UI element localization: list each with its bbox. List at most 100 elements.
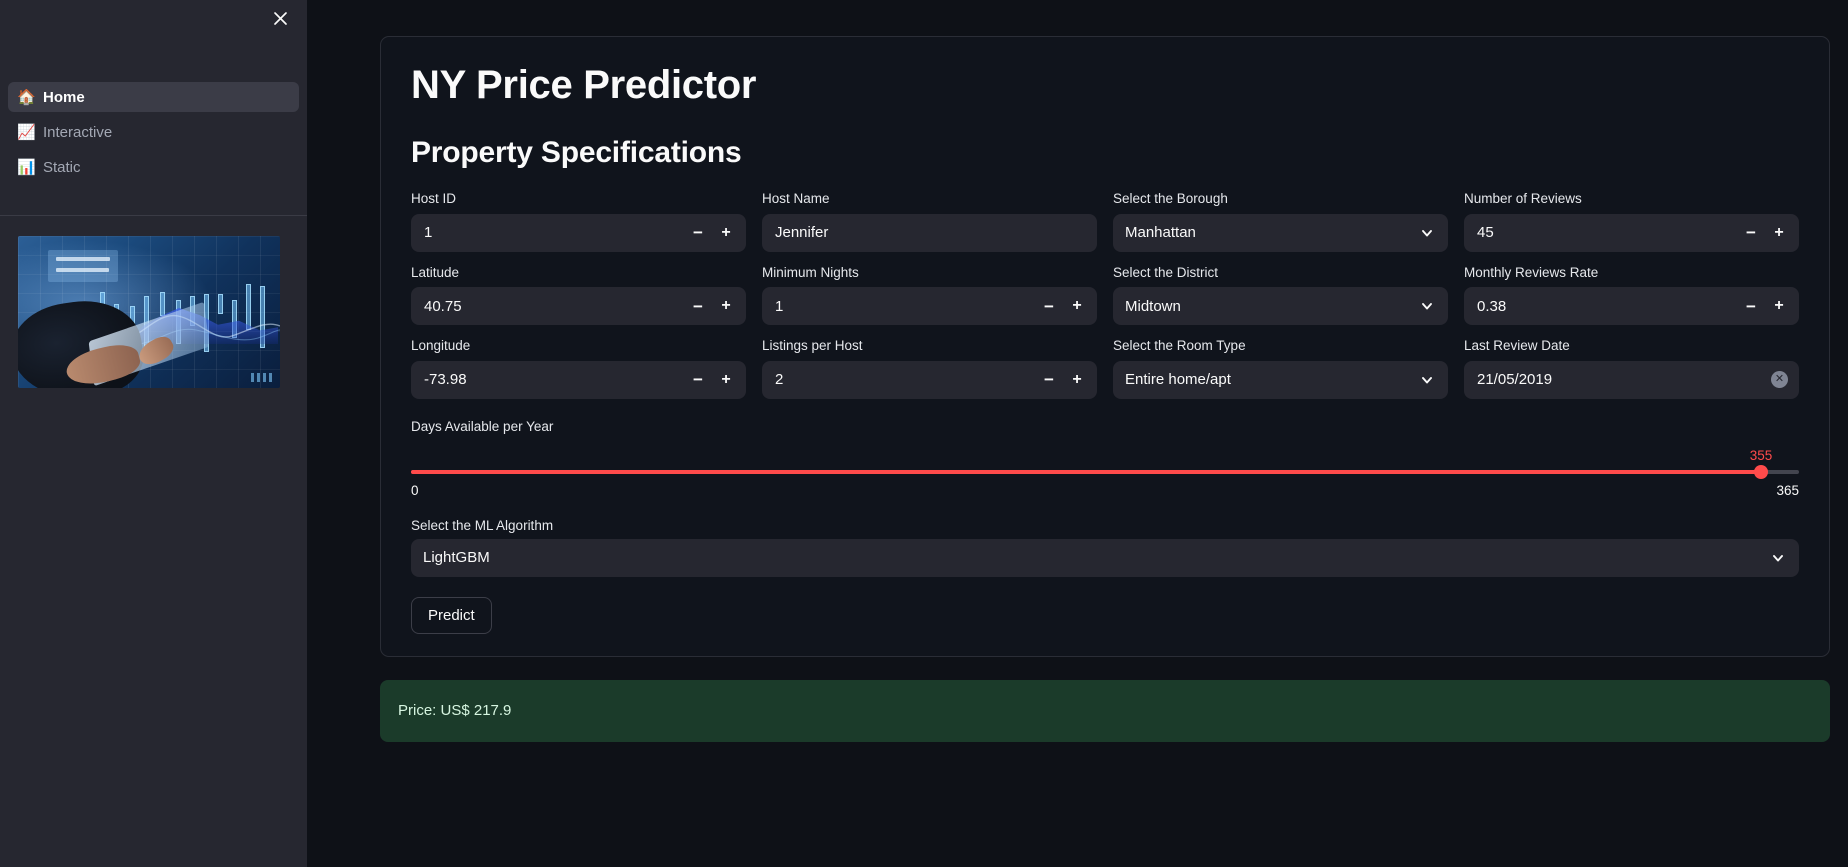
listings-per-host-input[interactable]: 2 − + <box>762 360 1097 399</box>
ml-algorithm-select[interactable]: LightGBM <box>411 538 1799 577</box>
chevron-down-icon <box>1420 298 1436 314</box>
predictor-card: NY Price Predictor Property Specificatio… <box>380 36 1830 657</box>
field-number-of-reviews: Number of Reviews 45 − + <box>1464 190 1799 252</box>
host-id-decrement-button[interactable]: − <box>685 220 711 246</box>
slider-thumb[interactable] <box>1753 464 1768 479</box>
field-host-name: Host Name Jennifer <box>762 190 1097 252</box>
borough-select[interactable]: Manhattan <box>1113 213 1448 252</box>
longitude-decrement-button[interactable]: − <box>685 367 711 393</box>
host-id-input[interactable]: 1 − + <box>411 213 746 252</box>
field-longitude: Longitude -73.98 − + <box>411 337 746 399</box>
slider-endpoints: 0 365 <box>411 483 1799 498</box>
longitude-increment-button[interactable]: + <box>713 367 739 393</box>
district-value: Midtown <box>1125 297 1181 315</box>
minimum-nights-stepper: − + <box>1036 293 1090 319</box>
ml-algorithm-block: Select the ML Algorithm LightGBM <box>396 518 1799 577</box>
field-borough: Select the Borough Manhattan <box>1113 190 1448 252</box>
label-host-name: Host Name <box>762 191 830 206</box>
host-id-value: 1 <box>424 225 433 241</box>
sidebar-item-label-interactive: Interactive <box>43 123 113 141</box>
minimum-nights-decrement-button[interactable]: − <box>1036 293 1062 319</box>
slider-fill <box>411 469 1761 474</box>
field-district: Select the District Midtown <box>1113 264 1448 326</box>
host-name-input[interactable]: Jennifer <box>762 213 1097 252</box>
sidebar-item-static[interactable]: 📊 Static <box>8 152 299 182</box>
host-name-value: Jennifer <box>775 225 829 241</box>
field-room-type: Select the Room Type Entire home/apt <box>1113 337 1448 399</box>
chart-increasing-icon: 📈 <box>17 123 36 141</box>
host-id-increment-button[interactable]: + <box>713 220 739 246</box>
clear-date-icon[interactable]: ✕ <box>1771 371 1788 389</box>
slider-max-label: 365 <box>1776 482 1799 498</box>
sidebar-nav: 🏠 Home 📈 Interactive 📊 Static <box>0 82 307 187</box>
sidebar-item-label-static: Static <box>43 158 81 176</box>
label-district: Select the District <box>1113 264 1219 280</box>
minimum-nights-input[interactable]: 1 − + <box>762 287 1097 326</box>
ml-algorithm-value: LightGBM <box>423 549 490 567</box>
longitude-input[interactable]: -73.98 − + <box>411 360 746 399</box>
latitude-increment-button[interactable]: + <box>713 293 739 319</box>
host-id-stepper: − + <box>685 220 739 246</box>
number-of-reviews-increment-button[interactable]: + <box>1766 220 1792 246</box>
slider-current-value: 355 <box>1749 447 1773 463</box>
label-host-id: Host ID <box>411 191 457 206</box>
listings-per-host-stepper: − + <box>1036 367 1090 393</box>
field-latitude: Latitude 40.75 − + <box>411 264 746 326</box>
listings-per-host-increment-button[interactable]: + <box>1064 367 1090 393</box>
field-minimum-nights: Minimum Nights 1 − + <box>762 264 1097 326</box>
field-host-id: Host ID 1 − + <box>411 190 746 252</box>
page-title: NY Price Predictor <box>411 63 757 107</box>
form-grid: Host ID 1 − + Host Name Jennifer Select … <box>396 190 1799 399</box>
chevron-down-icon <box>1420 225 1436 241</box>
label-last-review-date: Last Review Date <box>1464 338 1570 354</box>
latitude-decrement-button[interactable]: − <box>685 293 711 319</box>
label-latitude: Latitude <box>411 264 460 280</box>
days-available-slider[interactable]: 355 0 365 <box>411 448 1799 500</box>
borough-value: Manhattan <box>1125 224 1196 242</box>
chevron-down-icon <box>1771 550 1787 566</box>
district-select[interactable]: Midtown <box>1113 287 1448 326</box>
prediction-result-banner: Price: US$ 217.9 <box>380 679 1830 742</box>
result-wrap: Price: US$ 217.9 <box>380 679 1830 742</box>
close-icon[interactable] <box>267 5 293 31</box>
sidebar-item-interactive[interactable]: 📈 Interactive <box>8 117 299 147</box>
section-title: Property Specifications <box>411 136 742 169</box>
sidebar-header <box>0 0 307 36</box>
number-of-reviews-input[interactable]: 45 − + <box>1464 213 1799 252</box>
minimum-nights-increment-button[interactable]: + <box>1064 293 1090 319</box>
label-room-type: Select the Room Type <box>1113 338 1246 354</box>
last-review-date-value: 21/05/2019 <box>1477 372 1553 388</box>
field-listings-per-host: Listings per Host 2 − + <box>762 337 1097 399</box>
field-monthly-reviews-rate: Monthly Reviews Rate 0.38 − + <box>1464 264 1799 326</box>
label-monthly-reviews-rate: Monthly Reviews Rate <box>1464 264 1599 280</box>
label-days-available: Days Available per Year <box>411 418 554 434</box>
monthly-reviews-rate-input[interactable]: 0.38 − + <box>1464 287 1799 326</box>
monthly-reviews-rate-stepper: − + <box>1738 293 1792 319</box>
longitude-stepper: − + <box>685 367 739 393</box>
days-available-slider-block: Days Available per Year 355 0 365 <box>396 419 1799 500</box>
bar-chart-icon: 📊 <box>17 158 36 176</box>
monthly-reviews-rate-decrement-button[interactable]: − <box>1738 293 1764 319</box>
house-icon: 🏠 <box>17 88 36 106</box>
longitude-value: -73.98 <box>424 372 467 388</box>
number-of-reviews-value: 45 <box>1477 225 1494 241</box>
room-type-select[interactable]: Entire home/apt <box>1113 360 1448 399</box>
predict-button[interactable]: Predict <box>411 596 492 634</box>
latitude-input[interactable]: 40.75 − + <box>411 287 746 326</box>
monthly-reviews-rate-value: 0.38 <box>1477 298 1507 314</box>
last-review-date-input[interactable]: 21/05/2019 ✕ <box>1464 360 1799 399</box>
monthly-reviews-rate-increment-button[interactable]: + <box>1766 293 1792 319</box>
number-of-reviews-decrement-button[interactable]: − <box>1738 220 1764 246</box>
listings-per-host-decrement-button[interactable]: − <box>1036 367 1062 393</box>
latitude-stepper: − + <box>685 293 739 319</box>
listings-per-host-value: 2 <box>775 372 784 388</box>
room-type-value: Entire home/apt <box>1125 371 1231 389</box>
sidebar-item-home[interactable]: 🏠 Home <box>8 82 299 112</box>
sidebar-image-container <box>0 216 307 388</box>
label-borough: Select the Borough <box>1113 191 1228 206</box>
minimum-nights-value: 1 <box>775 298 784 314</box>
field-last-review-date: Last Review Date 21/05/2019 ✕ <box>1464 337 1799 399</box>
financial-dashboard-image <box>18 236 280 388</box>
label-listings-per-host: Listings per Host <box>762 338 863 354</box>
sidebar: 🏠 Home 📈 Interactive 📊 Static <box>0 0 307 867</box>
